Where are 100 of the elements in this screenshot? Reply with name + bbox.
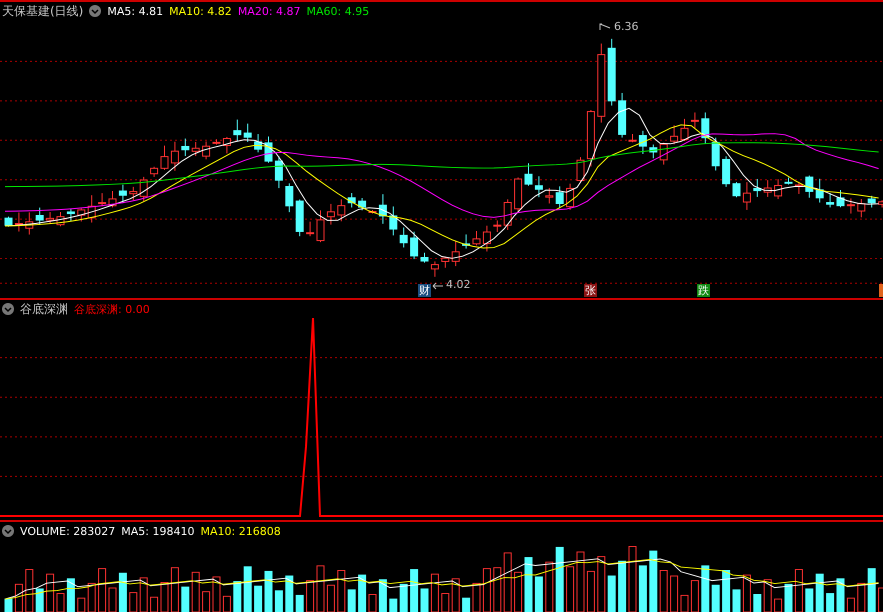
candlestick	[150, 166, 158, 178]
leader-line	[599, 23, 611, 31]
candlestick	[753, 178, 762, 198]
candlestick	[608, 38, 616, 106]
candlestick	[628, 133, 636, 143]
candlestick	[410, 231, 418, 260]
candlestick	[4, 216, 12, 228]
ma-value: MA60: 4.95	[306, 4, 370, 18]
candlestick	[514, 176, 522, 212]
indicator-value: 谷底深渊: 0.00	[74, 302, 150, 316]
candlestick	[358, 198, 366, 211]
candlestick	[764, 180, 772, 198]
candlestick	[742, 182, 751, 210]
candlestick	[36, 207, 44, 226]
candlestick	[254, 134, 262, 153]
candlestick	[14, 212, 23, 232]
candlestick	[846, 198, 855, 214]
candlestick	[129, 186, 138, 200]
volume-value: MA10: 216808	[200, 524, 281, 538]
candlestick	[566, 183, 574, 210]
candlestick	[430, 260, 439, 278]
candlestick	[556, 186, 564, 209]
candlestick	[348, 192, 356, 208]
candlestick	[420, 252, 428, 264]
candlestick	[690, 112, 699, 129]
candlestick	[712, 137, 720, 171]
candlestick	[88, 194, 96, 224]
candlestick	[524, 162, 532, 186]
candlestick	[285, 182, 294, 213]
event-marker[interactable]: 跌	[697, 284, 710, 297]
candlestick	[868, 195, 876, 208]
candlestick	[233, 119, 242, 142]
candlestick	[160, 145, 168, 170]
candlestick	[472, 230, 480, 246]
candlestick	[98, 192, 106, 207]
event-marker[interactable]: 财	[418, 284, 431, 297]
candlestick	[482, 225, 491, 252]
candlestick	[77, 208, 86, 222]
candlestick	[680, 118, 688, 142]
indicator-title: 谷底深渊	[20, 300, 68, 318]
candlestick	[805, 175, 814, 198]
candlestick	[316, 210, 324, 243]
candlestick	[181, 138, 190, 157]
ma-value: MA20: 4.87	[238, 4, 301, 18]
candlestick	[140, 176, 148, 202]
candlestick	[638, 130, 647, 155]
candlestick	[244, 123, 252, 142]
candlestick	[660, 142, 668, 166]
low-price-label: 4.02	[446, 278, 470, 291]
dropdown-icon[interactable]	[2, 303, 14, 315]
candlestick	[108, 190, 116, 208]
candlestick	[306, 221, 314, 237]
candlestick	[857, 198, 866, 218]
candlestick	[816, 178, 824, 204]
stock-title: 天保基建(日线)	[2, 2, 84, 20]
event-marker[interactable]: 张	[584, 284, 597, 297]
candlestick	[337, 198, 346, 222]
candlestick	[46, 212, 54, 224]
candlestick	[441, 256, 450, 268]
candlestick	[274, 156, 283, 189]
candlestick	[389, 206, 398, 236]
candlestick	[545, 187, 554, 204]
candlestick	[192, 141, 200, 157]
candlestick	[56, 211, 64, 227]
candlestick	[368, 209, 376, 214]
candlestick	[794, 181, 803, 194]
candlestick	[586, 110, 595, 168]
candlestick	[732, 182, 740, 198]
candlestick	[826, 192, 834, 208]
candlestick	[774, 178, 782, 200]
leader-line	[432, 282, 444, 290]
candlestick	[378, 194, 387, 224]
candlestick	[836, 190, 844, 208]
dropdown-icon[interactable]	[2, 525, 14, 537]
candlestick	[326, 203, 335, 226]
candlestick	[504, 198, 512, 230]
candlestick	[212, 138, 220, 146]
high-price-label: 6.36	[614, 20, 638, 33]
ma-value: MA10: 4.82	[169, 4, 232, 18]
candlestick	[576, 156, 584, 183]
candlestick	[452, 240, 460, 267]
candlestick	[400, 226, 408, 248]
candlestick	[264, 136, 272, 164]
candlestick	[202, 140, 210, 160]
dropdown-icon[interactable]	[89, 5, 102, 17]
candlestick	[722, 156, 730, 188]
candlestick	[222, 136, 231, 154]
volume-value: MA5: 198410	[121, 524, 194, 538]
candlestick	[618, 92, 626, 138]
candlestick	[170, 141, 179, 172]
ma-value: MA5: 4.81	[107, 4, 164, 18]
candlestick	[296, 199, 304, 237]
candlestick	[25, 212, 34, 236]
candlestick	[534, 176, 543, 198]
candlestick	[649, 144, 658, 159]
candlestick	[493, 220, 502, 233]
volume-value: VOLUME: 283027	[20, 524, 116, 538]
candlestick	[701, 112, 710, 145]
candlestick	[66, 208, 75, 222]
candlestick	[784, 177, 792, 185]
